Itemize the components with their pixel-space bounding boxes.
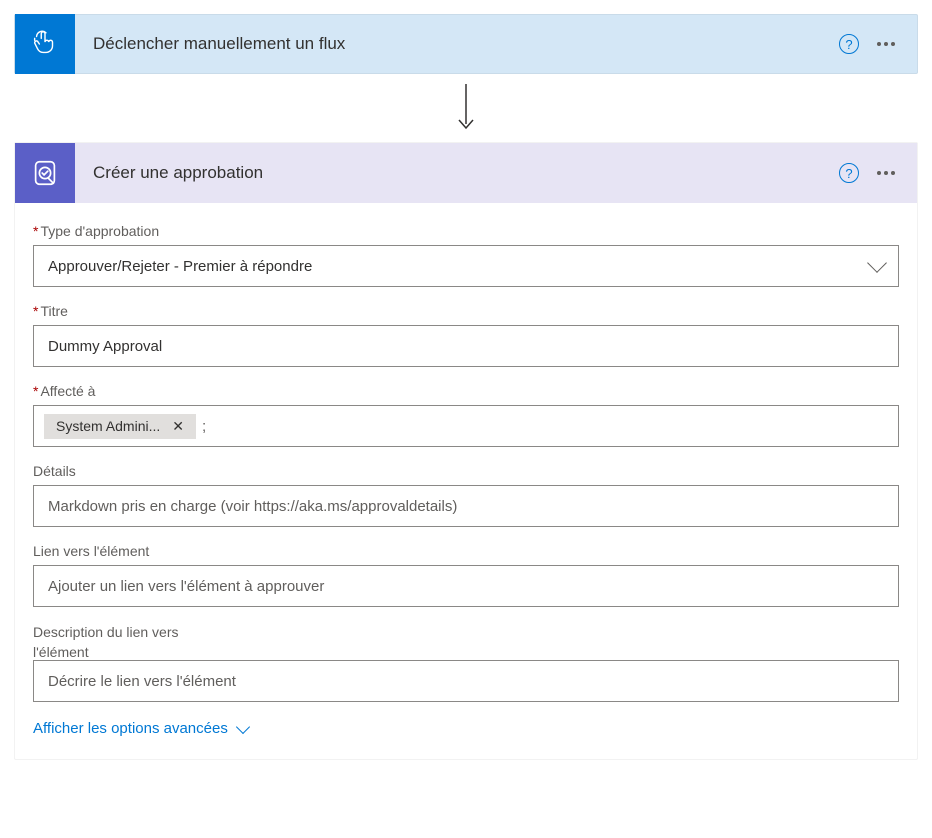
token-separator: ; xyxy=(202,418,206,435)
remove-token-icon[interactable]: ✕ xyxy=(168,418,188,435)
item-link-desc-label: Description du lien vers l'élément xyxy=(33,623,233,662)
advanced-options-label: Afficher les options avancées xyxy=(33,720,228,737)
item-link-input[interactable] xyxy=(48,578,884,595)
approval-icon xyxy=(15,143,75,203)
item-link-label: Lien vers l'élément xyxy=(33,543,899,559)
title-input[interactable] xyxy=(48,338,884,355)
action-title: Créer une approbation xyxy=(75,163,839,183)
trigger-card[interactable]: Déclencher manuellement un flux ? xyxy=(14,14,918,74)
assigned-to-input[interactable]: System Admini... ✕ ; xyxy=(33,405,899,447)
more-menu-icon[interactable] xyxy=(877,42,895,46)
item-link-desc-input[interactable] xyxy=(48,673,884,690)
trigger-title: Déclencher manuellement un flux xyxy=(75,34,839,54)
details-input[interactable] xyxy=(48,498,884,515)
show-advanced-options[interactable]: Afficher les options avancées xyxy=(33,702,899,737)
more-menu-icon[interactable] xyxy=(877,171,895,175)
action-card: Créer une approbation ? Type d'approbati… xyxy=(14,142,918,760)
action-header[interactable]: Créer une approbation ? xyxy=(15,143,917,203)
assignee-name: System Admini... xyxy=(56,418,160,434)
details-label: Détails xyxy=(33,463,899,479)
manual-trigger-icon xyxy=(15,14,75,74)
assigned-to-label: Affecté à xyxy=(33,383,899,399)
help-icon[interactable]: ? xyxy=(839,163,859,183)
flow-arrow-connector xyxy=(14,74,918,142)
chevron-down-icon xyxy=(236,720,250,734)
chevron-down-icon xyxy=(867,253,887,273)
approval-type-select[interactable]: Approuver/Rejeter - Premier à répondre xyxy=(33,245,899,287)
approval-type-value: Approuver/Rejeter - Premier à répondre xyxy=(48,258,312,275)
approval-type-label: Type d'approbation xyxy=(33,223,899,239)
help-icon[interactable]: ? xyxy=(839,34,859,54)
assignee-token: System Admini... ✕ xyxy=(44,414,196,439)
title-label: Titre xyxy=(33,303,899,319)
